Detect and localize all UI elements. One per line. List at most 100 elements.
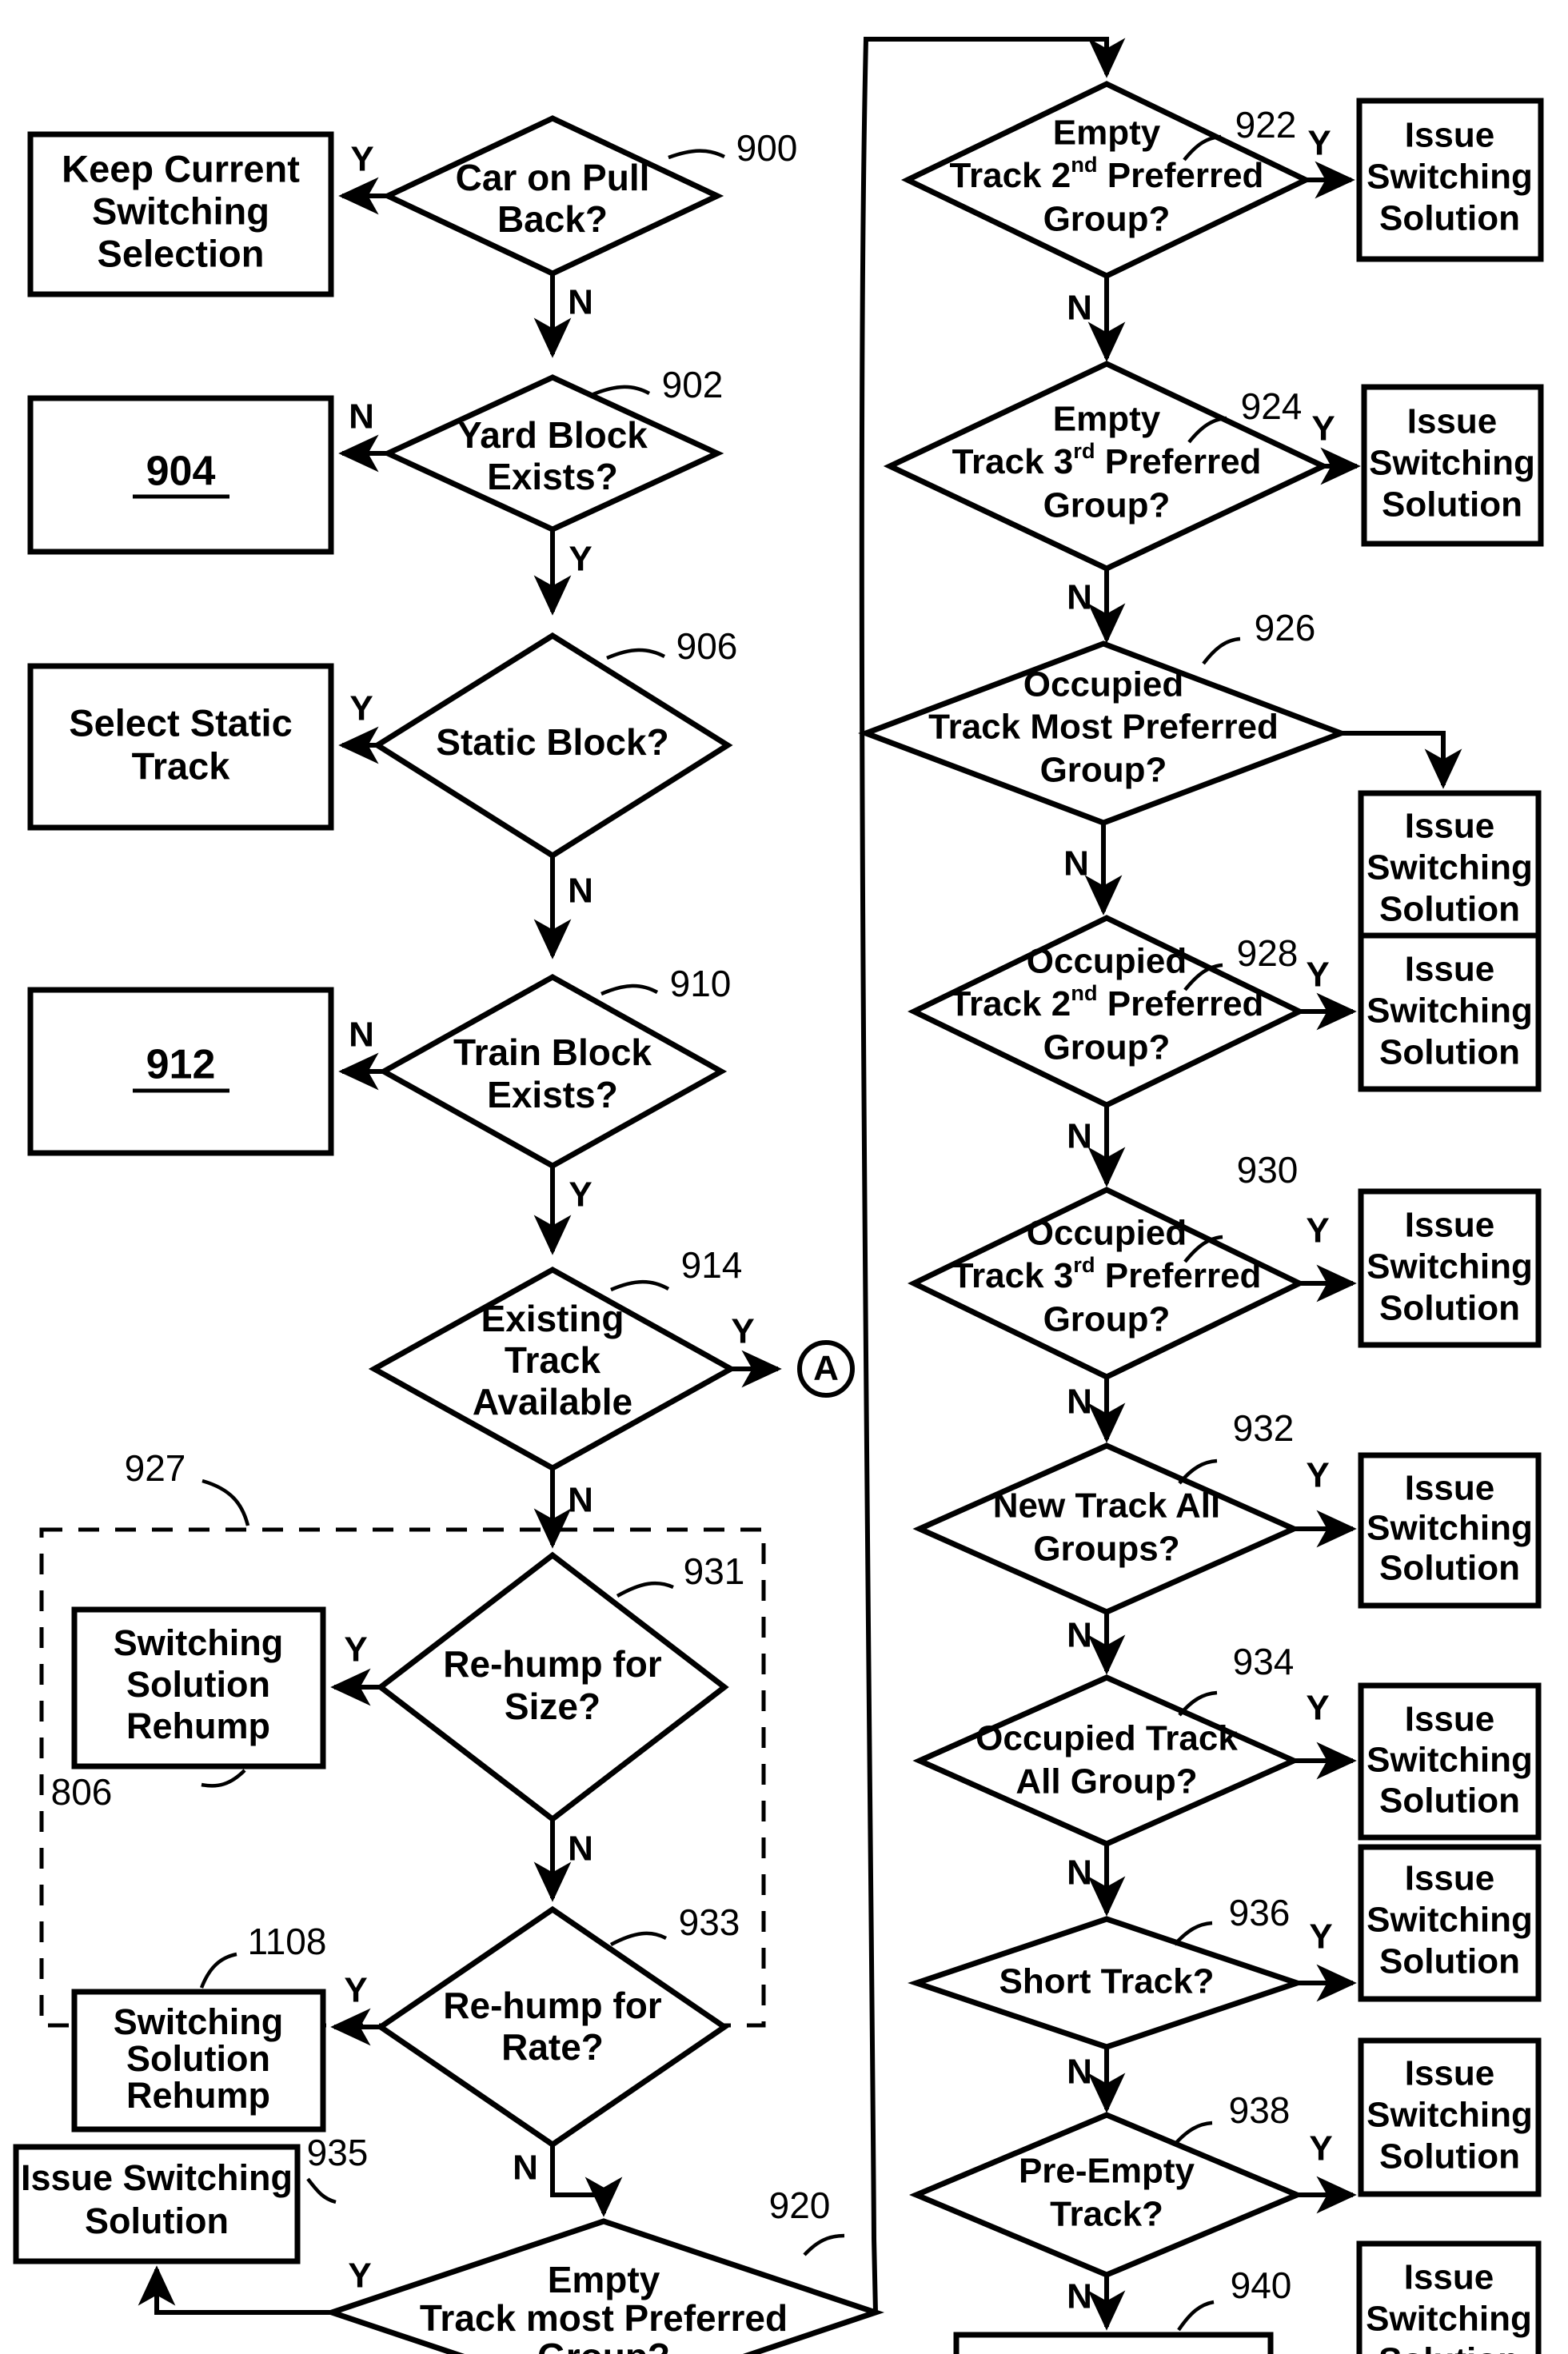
branch-label-910-yes: Y bbox=[569, 1175, 592, 1215]
car-on-pull-line-2: Back? bbox=[497, 198, 608, 240]
ref-label-940: 940 bbox=[1231, 2264, 1292, 2306]
connector-a: A bbox=[797, 1340, 855, 1398]
ref-label-920: 920 bbox=[769, 2184, 831, 2226]
branch-label-906-yes: Y bbox=[349, 689, 373, 728]
occ3-line-3: Group? bbox=[1043, 1300, 1171, 1339]
iss924-line-3: Solution bbox=[1382, 485, 1522, 525]
keep-current-line-2: Switching bbox=[92, 190, 269, 232]
leader-931 bbox=[616, 1581, 674, 1598]
occ-most-line-2: Track Most Preferred bbox=[928, 708, 1279, 747]
iss936-line-3: Solution bbox=[1379, 1942, 1520, 1981]
train-block-line-2: Exists? bbox=[487, 1074, 618, 1115]
ref-label-910: 910 bbox=[670, 963, 732, 1004]
iss922-line-1: Issue bbox=[1405, 116, 1495, 155]
ref-label-927: 927 bbox=[125, 1447, 186, 1489]
branch-label-900-no: N bbox=[568, 283, 593, 322]
iss924-line-1: Issue bbox=[1407, 402, 1498, 441]
rehump-rate-line-2: Rate? bbox=[501, 2026, 604, 2068]
node-issue-switching-solution-924: Issue Switching Solution bbox=[1361, 384, 1544, 547]
branch-label-931-yes: Y bbox=[344, 1630, 367, 1670]
decision-occupied-track-most-preferred-group: Occupied Track Most Preferred Group? bbox=[858, 640, 1349, 826]
leader-900 bbox=[668, 149, 726, 160]
select-static-line-1: Select Static bbox=[69, 701, 293, 744]
ref-label-922: 922 bbox=[1235, 104, 1297, 146]
leader-902 bbox=[592, 385, 651, 397]
iss930-line-2: Switching bbox=[1367, 1247, 1533, 1287]
leader-920 bbox=[803, 2233, 845, 2256]
decision-car-on-pull-back: Car on Pull Back? bbox=[381, 115, 724, 277]
ref-label-1108: 1108 bbox=[248, 1921, 327, 1962]
branch-label-902-no: N bbox=[349, 397, 374, 437]
branch-label-910-no: N bbox=[349, 1015, 374, 1055]
empty-most-line-3: Group? bbox=[537, 2336, 670, 2354]
branch-label-932-yes: Y bbox=[1306, 1456, 1329, 1495]
iss928-line-2: Switching bbox=[1367, 991, 1533, 1031]
pre-empty-line-2: Track? bbox=[1050, 2195, 1163, 2234]
select-static-line-2: Track bbox=[132, 744, 231, 787]
branch-label-928-no: N bbox=[1067, 1117, 1092, 1156]
decision-rehump-for-size: Re-hump for Size? bbox=[376, 1551, 729, 1823]
leader-910 bbox=[600, 983, 659, 996]
leader-914 bbox=[610, 1279, 670, 1292]
occ2-line-1: Occupied bbox=[1027, 942, 1187, 981]
iss938-line-1: Issue bbox=[1405, 2054, 1495, 2093]
iss922-line-2: Switching bbox=[1367, 158, 1533, 197]
occ2-b: Preferred bbox=[1098, 984, 1264, 1023]
connector-a-label: A bbox=[813, 1349, 839, 1388]
branch-label-933-no: N bbox=[513, 2149, 538, 2188]
iss930-line-3: Solution bbox=[1379, 1289, 1520, 1328]
branch-label-926-no: N bbox=[1063, 844, 1089, 884]
ref-label-932: 932 bbox=[1233, 1407, 1295, 1449]
leader-927 bbox=[201, 1478, 250, 1526]
issue-935-line-2: Solution bbox=[85, 2200, 229, 2241]
branch-label-930-yes: Y bbox=[1306, 1211, 1329, 1251]
edge-920-yes bbox=[138, 2265, 332, 2315]
leader-933 bbox=[609, 1931, 668, 1946]
new-track-line-1: New Track All bbox=[993, 1486, 1221, 1526]
edge-933-no bbox=[550, 2145, 623, 2217]
node-issue-switching-solution-926: Issue Switching Solution bbox=[1358, 790, 1542, 948]
occ-most-line-1: Occupied bbox=[1023, 665, 1184, 704]
iss930-line-1: Issue bbox=[1405, 1206, 1495, 1245]
branch-label-914-yes: Y bbox=[731, 1312, 754, 1351]
occ2-line-2: Track 2nd Preferred bbox=[950, 980, 1264, 1023]
existing-track-line-2: Track bbox=[505, 1339, 601, 1381]
iss940-line-2: Switching bbox=[1366, 2300, 1532, 2339]
decision-occupied-track-3rd-preferred-group: Occupied Track 3rd Preferred Group? bbox=[907, 1187, 1307, 1380]
node-switching-solution-rehump-1108: Switching Solution Rehump bbox=[71, 1989, 326, 2133]
empty-most-line-2: Track most Preferred bbox=[420, 2297, 788, 2339]
ref-label-906: 906 bbox=[676, 625, 738, 667]
node-issue-switching-solution-922: Issue Switching Solution bbox=[1356, 98, 1544, 262]
empty3-b: Preferred bbox=[1095, 442, 1262, 481]
node-issue-switching-solution-938: Issue Switching Solution bbox=[1358, 2037, 1542, 2197]
node-switching-solution-rehump-806: Switching Solution Rehump bbox=[71, 1606, 326, 1769]
empty2-sup: nd bbox=[1071, 152, 1097, 177]
iss936-line-2: Switching bbox=[1367, 1901, 1533, 1940]
ref-label-928: 928 bbox=[1237, 932, 1299, 974]
ref-label-930: 930 bbox=[1237, 1149, 1299, 1191]
iss928-line-1: Issue bbox=[1405, 950, 1495, 989]
branch-label-920-yes: Y bbox=[348, 2256, 371, 2296]
branch-label-902-yes: Y bbox=[569, 540, 592, 579]
node-912: 912 bbox=[27, 987, 334, 1156]
branch-label-906-no: N bbox=[568, 872, 593, 911]
branch-label-924-no: N bbox=[1067, 578, 1092, 617]
occ2-sup: nd bbox=[1071, 980, 1097, 1005]
branch-label-936-no: N bbox=[1067, 2053, 1092, 2092]
ref-label-924: 924 bbox=[1241, 385, 1303, 427]
decision-empty-track-most-preferred-group: Empty Track most Preferred Group? bbox=[322, 2218, 885, 2354]
rehump-806-line-3: Rehump bbox=[126, 1706, 270, 1746]
ref-label-935: 935 bbox=[307, 2132, 369, 2173]
empty3-line-2: Track 3rd Preferred bbox=[952, 438, 1262, 481]
issue-935-line-1: Issue Switching bbox=[21, 2157, 293, 2198]
node-issue-switching-solution-936: Issue Switching Solution bbox=[1358, 1844, 1542, 2002]
ref-label-926: 926 bbox=[1255, 607, 1316, 648]
new-track-line-2: Groups? bbox=[1033, 1530, 1179, 1569]
rehump-size-line-2: Size? bbox=[505, 1686, 600, 1727]
occ-most-line-3: Group? bbox=[1040, 751, 1167, 790]
iss934-line-2: Switching bbox=[1367, 1741, 1533, 1780]
iss922-line-3: Solution bbox=[1379, 199, 1520, 238]
yard-block-line-2: Exists? bbox=[487, 456, 618, 497]
node-904: 904 bbox=[27, 395, 334, 555]
decision-rehump-for-rate: Re-hump for Rate? bbox=[375, 1905, 730, 2149]
